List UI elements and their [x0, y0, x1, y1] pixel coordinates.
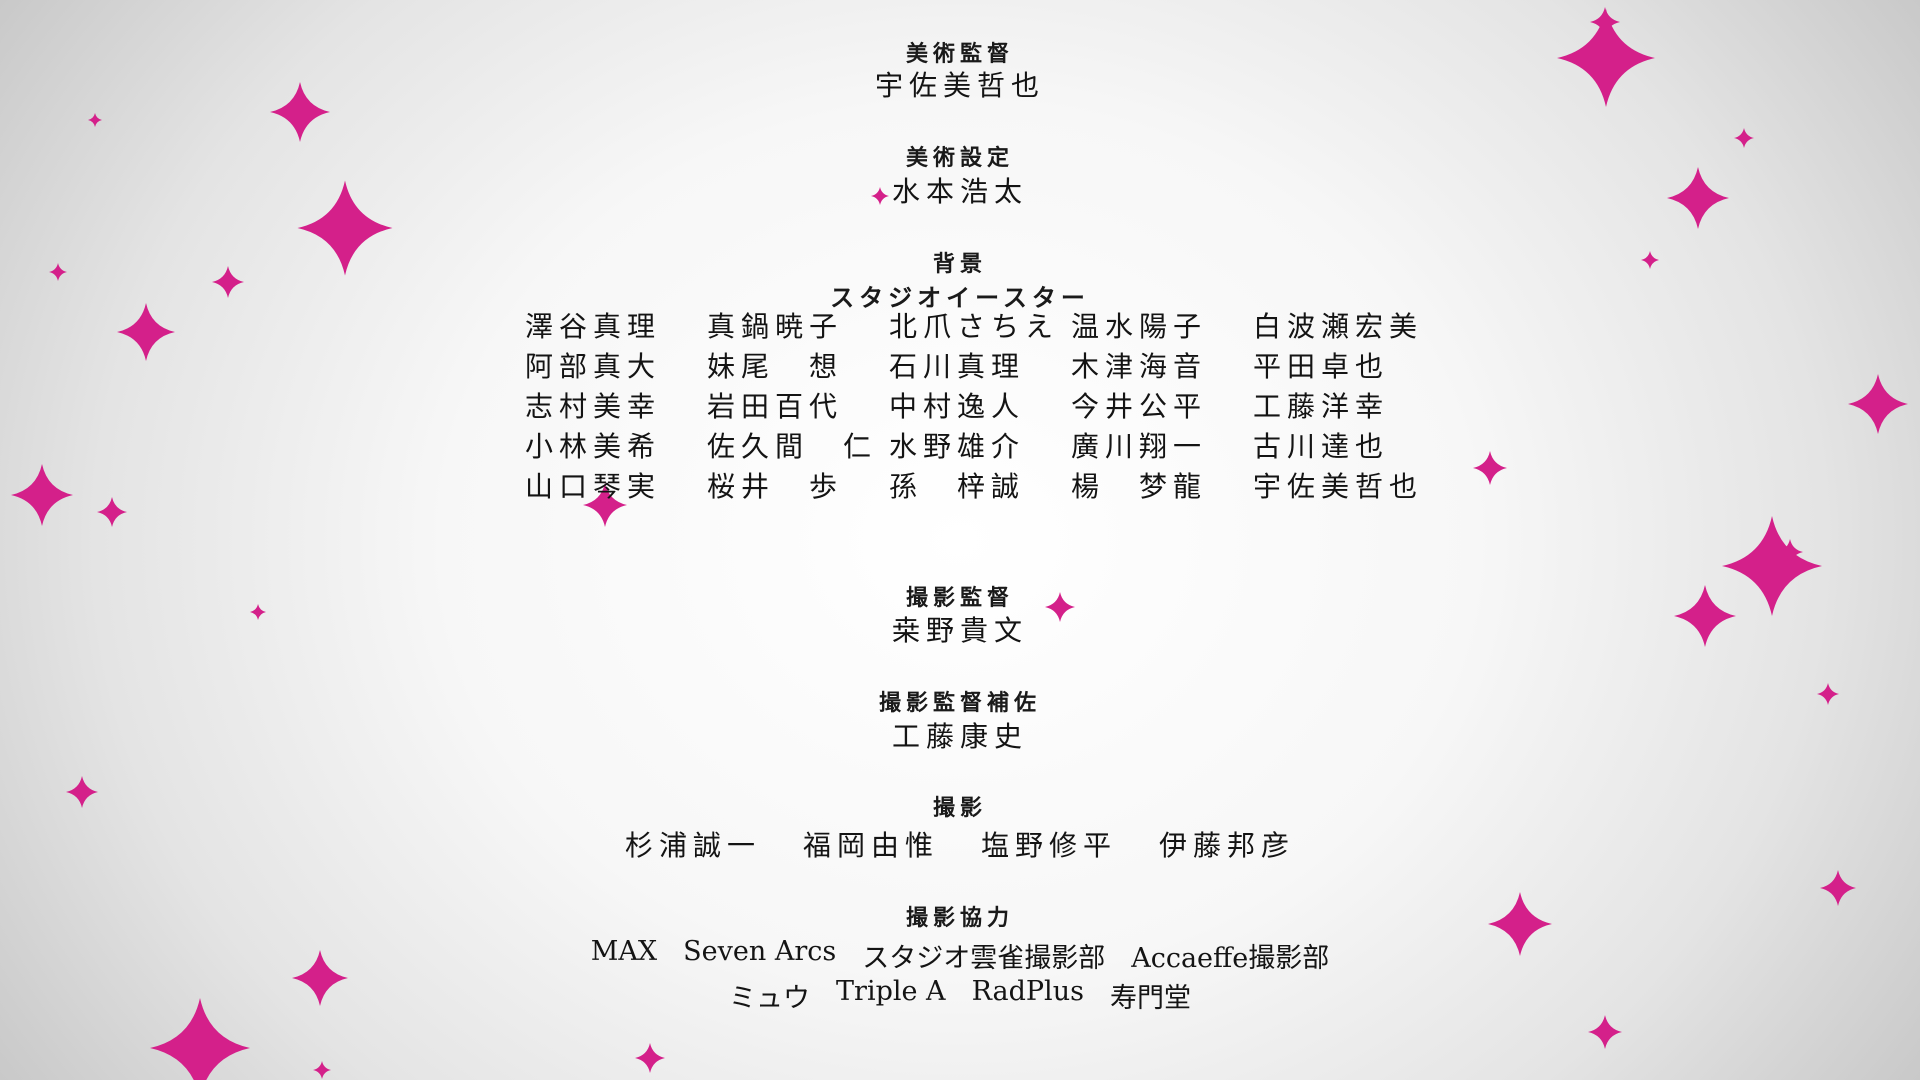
cooperation-company: スタジオ雲雀撮影部	[862, 943, 1106, 974]
background-staff-name: 古川達也	[1253, 430, 1390, 463]
photography-names: 杉浦誠一 福岡由惟 塩野修平 伊藤邦彦	[0, 824, 1920, 864]
photography-name: 伊藤邦彦	[1159, 829, 1296, 862]
photography-name: 福岡由惟	[802, 829, 939, 862]
cooperation-company: Seven Arcs	[683, 936, 837, 967]
background-staff-name: 工藤洋幸	[1253, 390, 1390, 423]
photography-cooperation-line-1: MAX Seven Arcs スタジオ雲雀撮影部 Accaeffe撮影部	[0, 936, 1920, 975]
name-art-director: 宇佐美哲也	[874, 69, 1045, 102]
role-photography-director: 撮影監督	[905, 585, 1014, 611]
background-staff-grid: 澤谷真理 真鍋暁子 北爪さちえ 温水陽子 白波瀬宏美 阿部真大 妹尾 想 石川真…	[525, 307, 1417, 507]
background-staff-name: 妹尾 想	[707, 350, 844, 383]
name-art-setting: 水本浩太	[891, 175, 1028, 208]
cooperation-company: Triple A	[836, 976, 946, 1007]
background-staff-name: 廣川翔一	[1071, 430, 1208, 463]
photography-cooperation-line-2: ミュウ Triple A RadPlus 寿門堂	[0, 976, 1920, 1015]
role-photography-director-assistant: 撮影監督補佐	[878, 690, 1041, 716]
background-staff-name: 楊 梦龍	[1071, 470, 1208, 503]
background-staff-name: 宇佐美哲也	[1253, 470, 1424, 503]
background-staff-name: 北爪さちえ	[889, 310, 1060, 343]
role-art-setting: 美術設定	[905, 145, 1014, 171]
background-staff-name: 阿部真大	[525, 350, 662, 383]
background-staff-name: 木津海音	[1071, 350, 1208, 383]
cooperation-company: ミュウ	[729, 983, 811, 1014]
background-staff-name: 白波瀬宏美	[1253, 310, 1424, 343]
photography-name: 塩野修平	[981, 829, 1118, 862]
background-staff-name: 水野雄介	[889, 430, 1026, 463]
end-credits: 美術監督 宇佐美哲也 美術設定 水本浩太 背景 スタジオイースター 澤谷真理 真…	[0, 0, 1920, 1080]
background-staff-name: 石川真理	[889, 350, 1026, 383]
background-staff-name: 中村逸人	[889, 390, 1026, 423]
cooperation-company: RadPlus	[971, 976, 1084, 1007]
background-staff-name: 孫 梓誠	[889, 470, 1026, 503]
background-staff-name: 岩田百代	[707, 390, 844, 423]
background-staff-name: 小林美希	[525, 430, 662, 463]
background-staff-name: 佐久間 仁	[707, 430, 878, 463]
role-photography: 撮影	[932, 795, 987, 821]
background-staff-name: 平田卓也	[1253, 350, 1390, 383]
cooperation-company: 寿門堂	[1109, 983, 1191, 1014]
background-staff-name: 温水陽子	[1071, 310, 1208, 343]
cooperation-company: MAX	[590, 936, 658, 967]
background-staff-name: 今井公平	[1071, 390, 1208, 423]
name-photography-director: 桒野貴文	[891, 614, 1028, 647]
role-background: 背景	[932, 251, 987, 277]
background-staff-name: 桜井 歩	[707, 470, 844, 503]
background-staff-name: 真鍋暁子	[707, 310, 844, 343]
background-staff-name: 志村美幸	[525, 390, 662, 423]
cooperation-company: Accaeffe撮影部	[1131, 943, 1330, 974]
background-staff-name: 澤谷真理	[525, 310, 662, 343]
role-photography-cooperation: 撮影協力	[905, 905, 1014, 931]
photography-name: 杉浦誠一	[624, 829, 761, 862]
name-photography-director-assistant: 工藤康史	[891, 720, 1028, 753]
background-staff-name: 山口琴実	[525, 470, 662, 503]
